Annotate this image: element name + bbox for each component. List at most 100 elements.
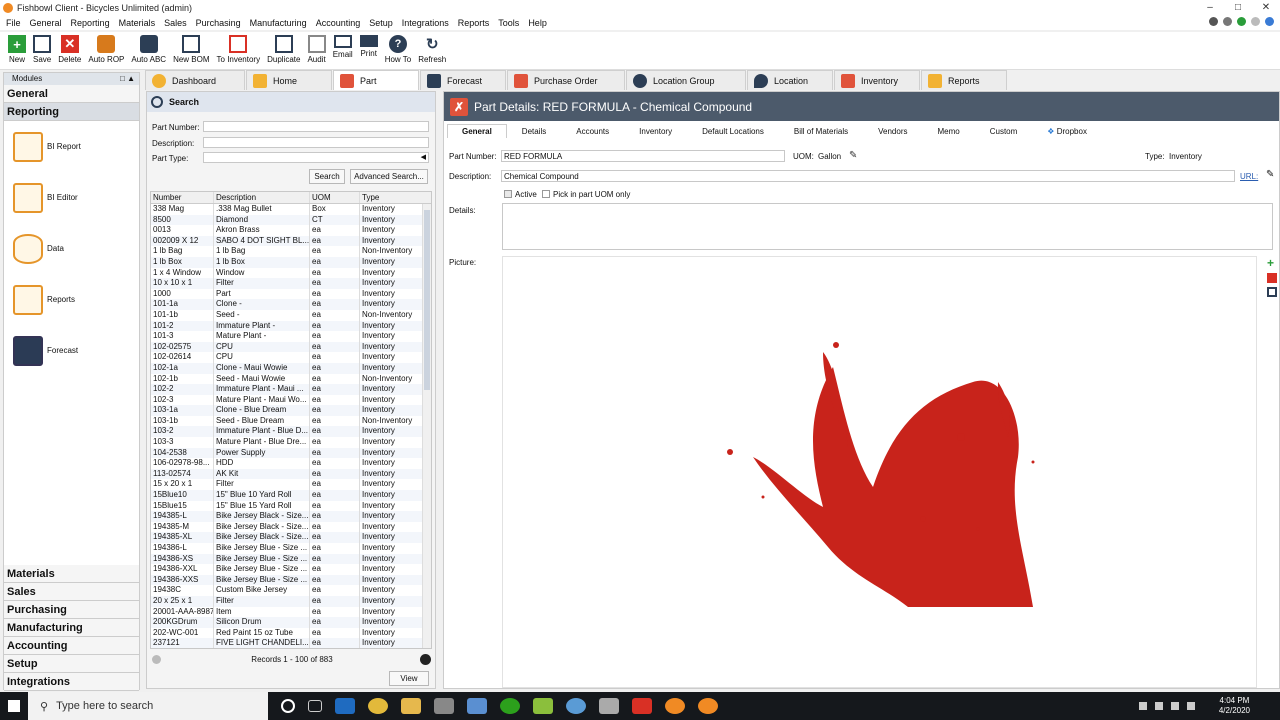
tab-vendors[interactable]: Vendors bbox=[863, 124, 922, 138]
table-row[interactable]: 102-3 Mature Plant - Maui Wo... ea Inventor… bbox=[151, 394, 431, 406]
duplicate-button[interactable]: Duplicate bbox=[267, 32, 300, 69]
calculator-icon[interactable] bbox=[434, 698, 454, 714]
table-row[interactable]: 338 Mag .338 Mag Bullet Box Inventory bbox=[151, 204, 431, 215]
tab-dropbox[interactable]: ❖ Dropbox bbox=[1032, 124, 1102, 138]
outlook-icon[interactable] bbox=[335, 698, 355, 714]
menu-reporting[interactable]: Reporting bbox=[71, 18, 110, 28]
table-row[interactable]: 103-2 Immature Plant - Blue D... ea Invento… bbox=[151, 426, 431, 438]
settings-gear-icon[interactable] bbox=[1209, 17, 1218, 26]
email-button[interactable]: Email bbox=[333, 32, 353, 69]
tray-arrow-icon[interactable] bbox=[1139, 702, 1147, 710]
details-textarea[interactable] bbox=[502, 203, 1273, 250]
table-row[interactable]: 1 lb Box 1 lb Box ea Inventory bbox=[151, 256, 431, 268]
photos-icon[interactable] bbox=[599, 698, 619, 714]
table-row[interactable]: 194386-XXS Bike Jersey Blue - Size ... ea I… bbox=[151, 574, 431, 586]
col-type[interactable]: Type bbox=[360, 192, 422, 203]
table-scrollbar[interactable] bbox=[422, 204, 431, 648]
table-row[interactable]: 102-2 Immature Plant - Maui ... ea Inventor… bbox=[151, 384, 431, 395]
view-button[interactable]: View bbox=[389, 671, 429, 686]
tab-details[interactable]: Details bbox=[507, 124, 561, 138]
table-row[interactable]: 194385-XL Bike Jersey Black - Size... ea In… bbox=[151, 532, 431, 543]
module-general[interactable]: General bbox=[4, 85, 139, 103]
audit-button[interactable]: Audit bbox=[307, 32, 326, 69]
tab-bill-of-materials[interactable]: Bill of Materials bbox=[779, 124, 863, 138]
table-row[interactable]: 102-02614 CPU ea Inventory bbox=[151, 352, 431, 363]
table-row[interactable]: 194386-XS Bike Jersey Blue - Size ... ea In… bbox=[151, 553, 431, 565]
app-globe-icon[interactable] bbox=[566, 698, 586, 714]
pick-uom-checkbox[interactable] bbox=[542, 190, 550, 198]
task-view-icon[interactable] bbox=[308, 700, 322, 712]
table-row[interactable]: 101-2 Immature Plant - ea Inventory bbox=[151, 320, 431, 332]
menu-help[interactable]: Help bbox=[528, 18, 547, 28]
taskbar-search[interactable]: ⚲ Type here to search bbox=[28, 692, 268, 720]
table-row[interactable]: 002009 X 12 SABO 4 DOT SIGHT BL... ea Inven… bbox=[151, 235, 431, 247]
module-manufacturing[interactable]: Manufacturing bbox=[4, 619, 139, 637]
table-row[interactable]: 194385-M Bike Jersey Black - Size... ea Inv… bbox=[151, 521, 431, 533]
add-picture-icon[interactable]: + bbox=[1267, 257, 1277, 269]
tab-inventory[interactable]: Inventory bbox=[834, 70, 920, 90]
module-reporting[interactable]: Reporting bbox=[4, 103, 139, 121]
pin-icon[interactable]: □ ▲ bbox=[120, 73, 135, 85]
table-row[interactable]: 101-1b Seed - ea Non-Inventory bbox=[151, 309, 431, 321]
table-row[interactable]: 20001-AAA-8987 Item ea Inventory bbox=[151, 606, 431, 618]
network-icon[interactable] bbox=[1171, 702, 1179, 710]
close-icon[interactable]: ✕ bbox=[1252, 0, 1280, 15]
table-row[interactable]: 194385-L Bike Jersey Black - Size... ea Inv… bbox=[151, 511, 431, 522]
tab-custom[interactable]: Custom bbox=[975, 124, 1033, 138]
tab-location[interactable]: Location bbox=[747, 70, 833, 90]
description-input[interactable]: Chemical Compound bbox=[501, 170, 1235, 182]
tab-reports[interactable]: Reports bbox=[921, 70, 1007, 90]
tab-forecast[interactable]: Forecast bbox=[420, 70, 506, 90]
table-row[interactable]: 20 x 25 x 1 Filter ea Inventory bbox=[151, 595, 431, 607]
module-materials[interactable]: Materials bbox=[4, 565, 139, 583]
col-description[interactable]: Description bbox=[214, 192, 310, 203]
fishbowl-client-icon[interactable] bbox=[698, 698, 718, 714]
table-row[interactable]: 103-1a Clone - Blue Dream ea Inventory bbox=[151, 405, 431, 416]
module-item-data[interactable]: Data bbox=[4, 223, 139, 274]
tab-location-group[interactable]: Location Group bbox=[626, 70, 746, 90]
refresh-button[interactable]: ↻ Refresh bbox=[418, 32, 446, 69]
table-row[interactable]: 103-3 Mature Plant - Blue Dre... ea Invento… bbox=[151, 437, 431, 448]
module-accounting[interactable]: Accounting bbox=[4, 637, 139, 655]
part-number-input[interactable]: RED FORMULA bbox=[501, 150, 785, 162]
table-row[interactable]: 200KGDrum Silicon Drum ea Inventory bbox=[151, 617, 431, 628]
table-row[interactable]: 106-02978-98... HDD ea Inventory bbox=[151, 458, 431, 469]
edit-url-icon[interactable]: ✎ bbox=[1266, 169, 1274, 180]
onedrive-icon[interactable] bbox=[1155, 702, 1163, 710]
menu-purchasing[interactable]: Purchasing bbox=[196, 18, 241, 28]
how-to-button[interactable]: ? How To bbox=[385, 32, 411, 69]
description-search-input[interactable] bbox=[203, 137, 429, 148]
table-row[interactable]: 15Blue15 15" Blue 15 Yard Roll ea Inventory bbox=[151, 500, 431, 512]
col-uom[interactable]: UOM bbox=[310, 192, 360, 203]
table-row[interactable]: 194386-L Bike Jersey Blue - Size ... ea Inv… bbox=[151, 543, 431, 554]
table-row[interactable]: 0013 Akron Brass ea Inventory bbox=[151, 225, 431, 236]
chrome-icon[interactable] bbox=[368, 698, 388, 714]
tab-memo[interactable]: Memo bbox=[923, 124, 975, 138]
to-inventory-button[interactable]: To Inventory bbox=[217, 32, 260, 69]
app-layers-icon[interactable] bbox=[533, 698, 553, 714]
volume-icon[interactable] bbox=[1187, 702, 1195, 710]
menu-reports[interactable]: Reports bbox=[458, 18, 490, 28]
table-row[interactable]: 103-1b Seed - Blue Dream ea Non-Inventory bbox=[151, 415, 431, 427]
menu-materials[interactable]: Materials bbox=[119, 18, 156, 28]
menu-manufacturing[interactable]: Manufacturing bbox=[250, 18, 307, 28]
remove-picture-icon[interactable] bbox=[1267, 273, 1277, 283]
cortana-icon[interactable] bbox=[281, 699, 295, 713]
file-explorer-icon[interactable] bbox=[401, 698, 421, 714]
windows-start-icon[interactable] bbox=[0, 692, 28, 720]
module-item-bi-editor[interactable]: BI Editor bbox=[4, 172, 139, 223]
table-row[interactable]: 202-WC-001 Red Paint 15 oz Tube ea Inventor… bbox=[151, 627, 431, 639]
menu-setup[interactable]: Setup bbox=[369, 18, 393, 28]
table-row[interactable]: 113-02574 AK Kit ea Inventory bbox=[151, 468, 431, 480]
part-number-search-input[interactable] bbox=[203, 121, 429, 132]
tab-default-locations[interactable]: Default Locations bbox=[687, 124, 779, 138]
menu-general[interactable]: General bbox=[30, 18, 62, 28]
module-item-forecast[interactable]: Forecast bbox=[4, 325, 139, 376]
module-integrations[interactable]: Integrations bbox=[4, 673, 139, 691]
table-row[interactable]: 1 lb Bag 1 lb Bag ea Non-Inventory bbox=[151, 246, 431, 257]
tab-dashboard[interactable]: Dashboard bbox=[145, 70, 245, 90]
advanced-search-button[interactable]: Advanced Search... bbox=[350, 169, 428, 184]
tab-purchase-order[interactable]: Purchase Order bbox=[507, 70, 625, 90]
edit-uom-icon[interactable]: ✎ bbox=[849, 150, 857, 161]
scrollbar-thumb[interactable] bbox=[424, 210, 430, 390]
